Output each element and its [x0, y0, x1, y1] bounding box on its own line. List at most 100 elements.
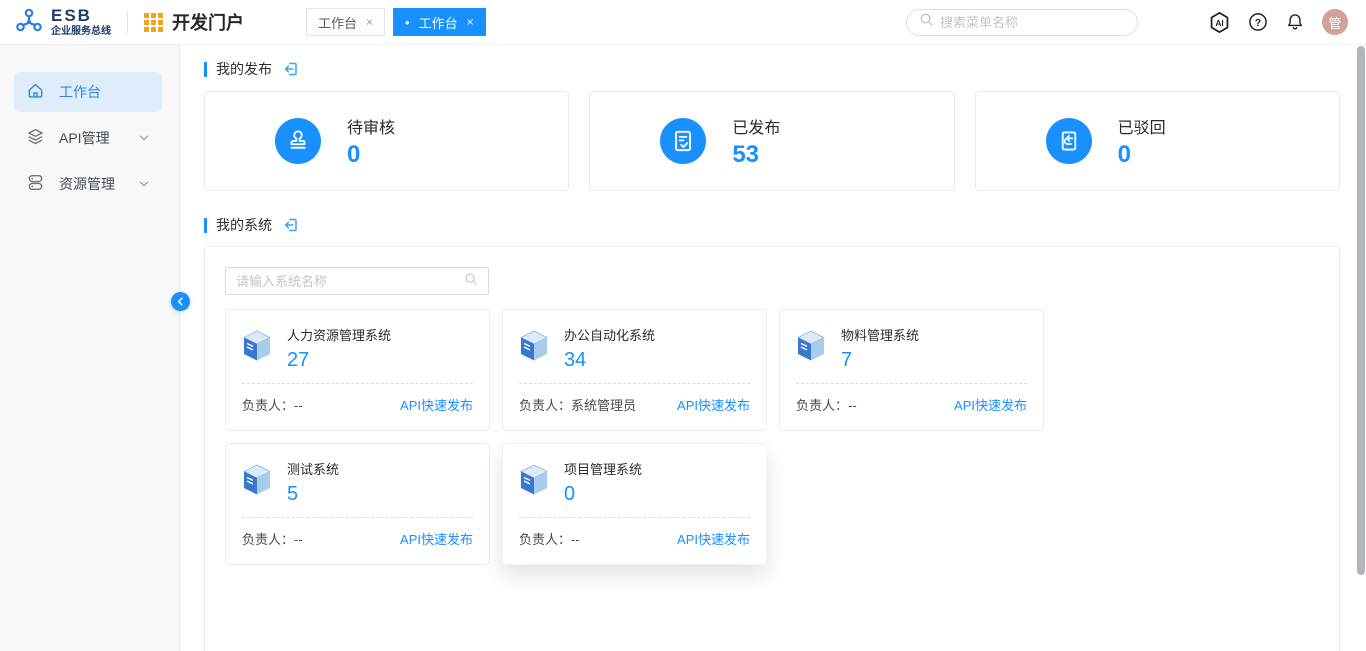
sidebar-item-api-management[interactable]: API管理	[14, 118, 162, 158]
active-dot-icon: •	[405, 16, 410, 29]
systems-section-header: 我的系统	[204, 215, 1340, 235]
main-content: 我的发布 待审核 0	[180, 45, 1366, 651]
api-quick-publish-link[interactable]: API快速发布	[677, 395, 750, 414]
sidebar-item-workbench[interactable]: 工作台	[14, 72, 162, 112]
system-card[interactable]: 办公自动化系统 34 负责人：系统管理员 API快速发布	[502, 309, 767, 431]
home-icon	[26, 81, 45, 103]
api-quick-publish-link[interactable]: API快速发布	[677, 529, 750, 548]
stat-card-rejected[interactable]: 已驳回 0	[975, 91, 1340, 191]
menu-search[interactable]	[906, 9, 1138, 36]
system-card[interactable]: 项目管理系统 0 负责人：-- API快速发布	[502, 443, 767, 565]
publish-section-header: 我的发布	[204, 59, 1340, 79]
header-divider	[127, 11, 128, 33]
svg-text:?: ?	[1255, 17, 1261, 29]
system-box-icon	[519, 330, 549, 367]
tab-workbench-inactive[interactable]: 工作台 ×	[306, 8, 385, 36]
section-title-publish: 我的发布	[216, 59, 272, 79]
system-owner: 负责人：--	[519, 529, 580, 548]
system-card[interactable]: 测试系统 5 负责人：-- API快速发布	[225, 443, 490, 565]
system-box-icon	[242, 464, 272, 501]
stat-value: 53	[732, 141, 780, 169]
tab-bar: 工作台 × • 工作台 ×	[306, 8, 486, 36]
system-name: 人力资源管理系统	[287, 325, 391, 344]
accent-bar	[204, 218, 207, 233]
portal-grid-icon	[144, 13, 163, 32]
dashed-divider	[242, 517, 473, 518]
tab-close-icon[interactable]: ×	[467, 16, 474, 28]
api-quick-publish-link[interactable]: API快速发布	[400, 395, 473, 414]
dashed-divider	[519, 383, 750, 384]
stat-label: 待审核	[347, 114, 395, 138]
search-icon	[919, 12, 934, 32]
section-title-systems: 我的系统	[216, 215, 272, 235]
tab-label: 工作台	[419, 13, 458, 32]
dashed-divider	[519, 517, 750, 518]
system-card[interactable]: 人力资源管理系统 27 负责人：-- API快速发布	[225, 309, 490, 431]
menu-search-input[interactable]	[940, 15, 1125, 30]
notifications-bell-icon[interactable]	[1285, 12, 1305, 32]
system-api-count: 7	[841, 349, 919, 372]
user-avatar[interactable]: 管	[1322, 9, 1348, 35]
stat-card-published[interactable]: 已发布 53	[589, 91, 954, 191]
document-check-icon	[660, 118, 706, 164]
system-card[interactable]: 物料管理系统 7 负责人：-- API快速发布	[779, 309, 1044, 431]
dashed-divider	[796, 383, 1027, 384]
system-search-input[interactable]	[236, 274, 464, 289]
system-api-count: 0	[564, 483, 642, 506]
stat-value: 0	[347, 141, 395, 169]
ai-assistant-icon[interactable]: AI	[1208, 11, 1231, 34]
stats-row: 待审核 0 已发布 53	[204, 91, 1340, 191]
logo-subtitle: 企业服务总线	[51, 26, 111, 37]
header-icons: AI ? 管	[1208, 9, 1348, 35]
chevron-down-icon[interactable]	[138, 178, 150, 190]
tab-workbench-active[interactable]: • 工作台 ×	[393, 8, 486, 36]
stat-card-pending-review[interactable]: 待审核 0	[204, 91, 569, 191]
app-header: ESB 企业服务总线 开发门户 工作台 × • 工作台 ×	[0, 0, 1366, 45]
system-name: 项目管理系统	[564, 459, 642, 478]
layers-icon	[26, 127, 45, 149]
export-icon[interactable]	[283, 61, 299, 77]
system-search[interactable]	[225, 267, 489, 295]
sidebar-collapse-button[interactable]	[171, 292, 190, 311]
sidebar-item-resource-management[interactable]: 资源管理	[14, 164, 162, 204]
api-quick-publish-link[interactable]: API快速发布	[954, 395, 1027, 414]
sidebar-item-label: API管理	[59, 128, 110, 148]
stamp-icon	[275, 118, 321, 164]
vertical-scrollbar-thumb[interactable]	[1357, 46, 1365, 575]
stat-value: 0	[1118, 141, 1166, 169]
chevron-down-icon[interactable]	[138, 132, 150, 144]
dashed-divider	[242, 383, 473, 384]
system-api-count: 27	[287, 349, 391, 372]
help-icon[interactable]: ?	[1248, 12, 1268, 32]
system-name: 物料管理系统	[841, 325, 919, 344]
app-body: 工作台 API管理	[0, 45, 1366, 651]
chevron-left-icon	[175, 296, 186, 307]
system-owner: 负责人：系统管理员	[519, 395, 636, 414]
system-box-icon	[796, 330, 826, 367]
stat-label: 已驳回	[1118, 114, 1166, 138]
accent-bar	[204, 62, 207, 77]
system-api-count: 34	[564, 349, 655, 372]
esb-logo: ESB 企业服务总线	[14, 5, 111, 40]
network-logo-icon	[14, 5, 44, 40]
tab-label: 工作台	[318, 13, 357, 32]
sidebar-item-label: 资源管理	[59, 174, 115, 194]
system-owner: 负责人：--	[242, 395, 303, 414]
stat-label: 已发布	[732, 114, 780, 138]
sidebar: 工作台 API管理	[0, 45, 180, 651]
systems-grid: 人力资源管理系统 27 负责人：-- API快速发布	[225, 309, 1319, 565]
system-owner: 负责人：--	[796, 395, 857, 414]
tab-close-icon[interactable]: ×	[366, 16, 373, 28]
svg-text:AI: AI	[1215, 17, 1223, 27]
return-arrow-icon	[1046, 118, 1092, 164]
system-box-icon	[519, 464, 549, 501]
database-icon	[26, 173, 45, 195]
export-icon[interactable]	[283, 217, 299, 233]
search-icon	[464, 272, 478, 291]
api-quick-publish-link[interactable]: API快速发布	[400, 529, 473, 548]
system-owner: 负责人：--	[242, 529, 303, 548]
system-box-icon	[242, 330, 272, 367]
systems-panel: 人力资源管理系统 27 负责人：-- API快速发布	[204, 246, 1340, 651]
portal-title: 开发门户	[172, 9, 244, 35]
system-api-count: 5	[287, 483, 339, 506]
